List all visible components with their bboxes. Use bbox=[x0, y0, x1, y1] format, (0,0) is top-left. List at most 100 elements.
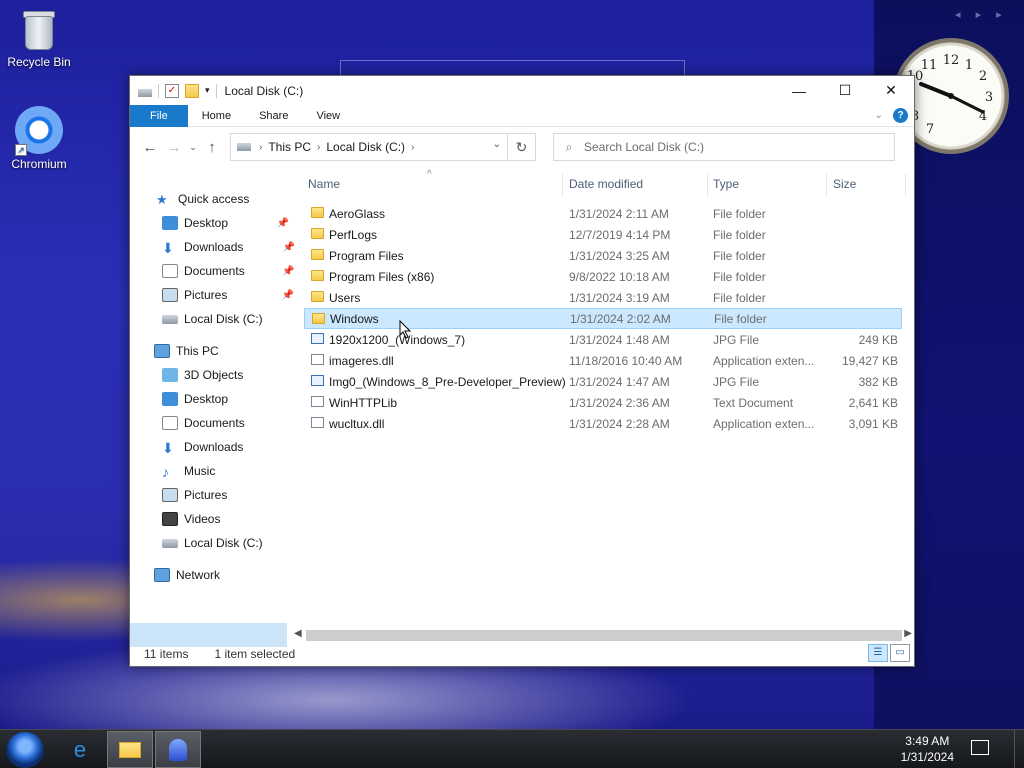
app-taskbar-button[interactable] bbox=[155, 731, 201, 768]
internet-explorer-icon[interactable]: e bbox=[57, 731, 103, 768]
quick-access-toolbar: ✓ ▾ bbox=[138, 83, 217, 98]
help-icon[interactable]: ? bbox=[893, 108, 908, 123]
file-name: imageres.dll bbox=[329, 353, 394, 368]
scrollbar-thumb[interactable] bbox=[306, 630, 902, 641]
column-header-name[interactable]: Name bbox=[308, 171, 340, 197]
file-row[interactable]: Img0_(Windows_8_Pre-Developer_Preview) 1/… bbox=[304, 371, 902, 392]
network-icon bbox=[154, 568, 170, 582]
close-button[interactable]: ✕ bbox=[868, 76, 914, 105]
address-bar[interactable]: › This PC › Local Disk (C:) › ⌄ ↻ bbox=[230, 133, 536, 161]
scroll-left-icon[interactable]: ◀ bbox=[294, 628, 302, 639]
nav-local-disk[interactable]: Local Disk (C:) bbox=[162, 532, 263, 554]
file-size: 19,427 KB bbox=[841, 353, 898, 368]
desktop-icon-chromium[interactable]: ↗ Chromium bbox=[1, 106, 77, 171]
system-clock[interactable]: 3:49 AM 1/31/2024 bbox=[901, 733, 954, 765]
file-icon bbox=[311, 354, 324, 365]
nav-desktop[interactable]: Desktop bbox=[162, 388, 228, 410]
file-type: File folder bbox=[713, 227, 766, 242]
properties-icon[interactable]: ✓ bbox=[165, 83, 179, 98]
pin-icon[interactable]: 📌 bbox=[282, 266, 294, 277]
file-row[interactable]: Program Files (x86) 9/8/2022 10:18 AM File… bbox=[304, 266, 902, 287]
app-icon bbox=[169, 739, 187, 761]
file-row[interactable]: AeroGlass 1/31/2024 2:11 AM File folder bbox=[304, 203, 902, 224]
nav-3d-objects[interactable]: 3D Objects bbox=[162, 364, 243, 386]
file-row[interactable]: PerfLogs 12/7/2019 4:14 PM File folder bbox=[304, 224, 902, 245]
nav-quick-access[interactable]: ★ Quick access bbox=[156, 188, 249, 210]
nav-label: Downloads bbox=[184, 240, 244, 254]
cube-icon bbox=[162, 368, 178, 382]
nav-label: Documents bbox=[184, 416, 245, 430]
minimize-button[interactable]: — bbox=[776, 76, 822, 105]
refresh-button[interactable]: ↻ bbox=[507, 134, 535, 160]
nav-qa-documents[interactable]: Documents 📌 bbox=[162, 260, 295, 282]
file-row[interactable]: wucltux.dll 1/31/2024 2:28 AM Application … bbox=[304, 413, 902, 434]
new-folder-icon[interactable] bbox=[185, 83, 199, 98]
folder-icon bbox=[311, 207, 324, 218]
nav-qa-desktop[interactable]: Desktop 📌 bbox=[162, 212, 289, 234]
nav-videos[interactable]: Videos bbox=[162, 508, 220, 530]
breadcrumb-this-pc[interactable]: This PC bbox=[262, 140, 317, 154]
nav-pictures[interactable]: Pictures bbox=[162, 484, 227, 506]
file-date: 1/31/2024 2:28 AM bbox=[569, 416, 670, 431]
tab-view[interactable]: View bbox=[302, 105, 354, 127]
file-type: Application exten... bbox=[713, 353, 815, 368]
file-row[interactable]: Program Files 1/31/2024 3:25 AM File folde… bbox=[304, 245, 902, 266]
navigation-bar: ← → ⌄ ↑ › This PC › Local Disk (C:) › ⌄ … bbox=[130, 127, 914, 167]
title-bar[interactable]: ✓ ▾ Local Disk (C:) — ☐ ✕ bbox=[130, 76, 914, 105]
forward-button[interactable]: → bbox=[162, 139, 186, 156]
file-row[interactable]: Windows 1/31/2024 2:02 AM File folder bbox=[304, 308, 902, 329]
nav-music[interactable]: ♪ Music bbox=[162, 460, 215, 482]
gadget-nav-arrows[interactable]: ◂ ▸ ▸ bbox=[955, 8, 1008, 21]
nav-qa-local-disk[interactable]: Local Disk (C:) bbox=[162, 308, 263, 330]
pin-icon[interactable]: 📌 bbox=[282, 290, 294, 301]
breadcrumb-local-disk[interactable]: Local Disk (C:) bbox=[320, 140, 411, 154]
tab-home[interactable]: Home bbox=[188, 105, 245, 127]
pin-icon[interactable]: 📌 bbox=[277, 218, 289, 229]
notifications-icon[interactable] bbox=[971, 740, 989, 755]
customize-toolbar-icon[interactable]: ▾ bbox=[205, 85, 210, 96]
nav-network[interactable]: Network bbox=[154, 564, 220, 586]
expand-ribbon-icon[interactable]: ⌄ bbox=[875, 110, 883, 121]
chevron-right-icon[interactable]: › bbox=[411, 142, 414, 153]
file-name: Program Files (x86) bbox=[329, 269, 435, 284]
maximize-button[interactable]: ☐ bbox=[822, 76, 868, 105]
column-header-size[interactable]: Size bbox=[833, 171, 856, 197]
nav-documents[interactable]: Documents bbox=[162, 412, 245, 434]
address-dropdown-icon[interactable]: ⌄ bbox=[493, 139, 501, 150]
tab-file[interactable]: File bbox=[130, 104, 188, 127]
pin-icon[interactable]: 📌 bbox=[283, 242, 295, 253]
file-name: Img0_(Windows_8_Pre-Developer_Preview) bbox=[329, 374, 566, 389]
column-header-date[interactable]: Date modified bbox=[569, 171, 643, 197]
nav-this-pc[interactable]: This PC bbox=[154, 340, 219, 362]
nav-qa-downloads[interactable]: ⬇ Downloads 📌 bbox=[162, 236, 295, 258]
tab-share[interactable]: Share bbox=[245, 105, 302, 127]
nav-downloads[interactable]: ⬇ Downloads bbox=[162, 436, 243, 458]
file-type: File folder bbox=[714, 311, 767, 326]
download-icon: ⬇ bbox=[162, 240, 174, 256]
file-explorer-taskbar-button[interactable] bbox=[107, 731, 153, 768]
back-button[interactable]: ← bbox=[138, 139, 162, 156]
start-button[interactable] bbox=[6, 732, 44, 768]
search-icon: ⌕ bbox=[565, 139, 573, 154]
search-input[interactable]: ⌕ Search Local Disk (C:) bbox=[553, 133, 895, 161]
file-date: 1/31/2024 2:11 AM bbox=[569, 206, 669, 221]
file-row[interactable]: WinHTTPLib 1/31/2024 2:36 AM Text Document… bbox=[304, 392, 902, 413]
search-placeholder: Search Local Disk (C:) bbox=[584, 140, 705, 154]
up-button[interactable]: ↑ bbox=[200, 139, 224, 156]
file-row[interactable]: imageres.dll 11/18/2016 10:40 AM Applicati… bbox=[304, 350, 902, 371]
file-type: File folder bbox=[713, 248, 766, 263]
file-list: ^ Name Date modified Type Size AeroGlass… bbox=[296, 169, 916, 631]
nav-qa-pictures[interactable]: Pictures 📌 bbox=[162, 284, 294, 306]
show-desktop-button[interactable] bbox=[1014, 730, 1024, 768]
details-view-icon[interactable]: ☰ bbox=[868, 644, 888, 662]
file-row[interactable]: Users 1/31/2024 3:19 AM File folder bbox=[304, 287, 902, 308]
star-icon: ★ bbox=[156, 192, 168, 207]
column-header-type[interactable]: Type bbox=[713, 171, 739, 197]
desktop-icon-recycle-bin[interactable]: Recycle Bin bbox=[1, 8, 77, 69]
nav-label: Pictures bbox=[184, 488, 228, 502]
recent-locations-icon[interactable]: ⌄ bbox=[186, 142, 200, 153]
sort-ascending-icon: ^ bbox=[427, 169, 432, 180]
scroll-right-icon[interactable]: ▶ bbox=[904, 628, 912, 639]
file-row[interactable]: 1920x1200_(Windows_7) 1/31/2024 1:48 AM JP… bbox=[304, 329, 902, 350]
large-icons-view-icon[interactable]: ▭ bbox=[890, 644, 910, 662]
